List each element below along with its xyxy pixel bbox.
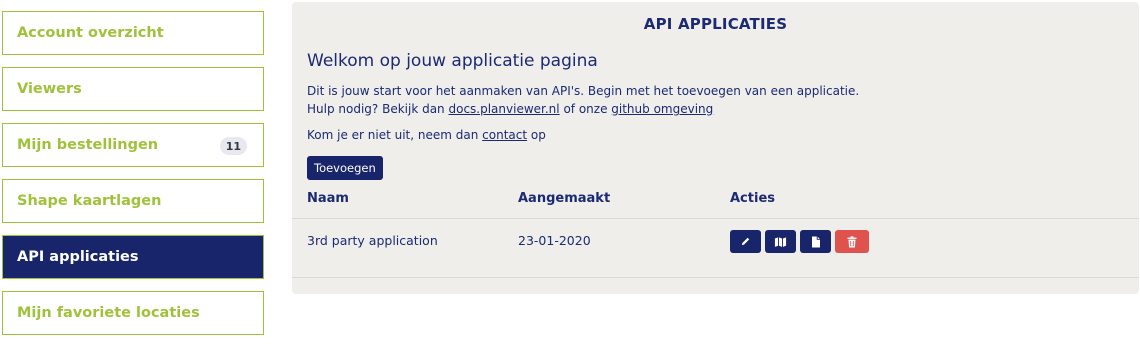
- contact-prefix: Kom je er niet uit, neem dan: [307, 128, 483, 142]
- sidebar-item-label: Viewers: [17, 81, 82, 97]
- intro-text: Dit is jouw start voor het aanmaken van …: [307, 82, 859, 118]
- document-icon: [811, 236, 820, 247]
- application-name-cell: 3rd party application: [307, 233, 438, 248]
- edit-button[interactable]: [730, 230, 761, 253]
- application-created-cell: 23-01-2020: [518, 233, 591, 248]
- add-application-button[interactable]: Toevoegen: [307, 156, 383, 180]
- row-actions: [730, 230, 869, 253]
- sidebar-item-label: Mijn favoriete locaties: [17, 305, 200, 321]
- docs-link[interactable]: docs.planviewer.nl: [448, 102, 559, 116]
- sidebar: Account overzicht Viewers Mijn bestellin…: [2, 11, 264, 347]
- sidebar-item-account-overzicht[interactable]: Account overzicht: [2, 11, 264, 55]
- sidebar-item-viewers[interactable]: Viewers: [2, 67, 264, 111]
- intro-line-1: Dit is jouw start voor het aanmaken van …: [307, 84, 860, 98]
- table-row-divider: [292, 277, 1139, 278]
- contact-suffix: op: [527, 128, 546, 142]
- sidebar-item-shape-kaartlagen[interactable]: Shape kaartlagen: [2, 179, 264, 223]
- count-badge: 11: [219, 137, 247, 155]
- sidebar-item-mijn-favoriete-locaties[interactable]: Mijn favoriete locaties: [2, 291, 264, 335]
- map-button[interactable]: [765, 230, 796, 253]
- intro-line-2: Hulp nodig? Bekijk dan docs.planviewer.n…: [307, 100, 859, 118]
- page-title: API APPLICATIES: [643, 15, 788, 33]
- column-header-actions: Acties: [730, 191, 775, 206]
- api-applications-panel: API APPLICATIES Welkom op jouw applicati…: [292, 2, 1139, 294]
- sidebar-item-api-applicaties[interactable]: API applicaties: [2, 235, 264, 279]
- table-header-divider: [292, 218, 1139, 219]
- sidebar-item-label: Shape kaartlagen: [17, 193, 162, 209]
- trash-icon: [847, 235, 857, 247]
- welcome-heading: Welkom op jouw applicatie pagina: [307, 51, 598, 71]
- document-button[interactable]: [800, 230, 831, 253]
- sidebar-item-label: Mijn bestellingen: [17, 137, 159, 153]
- sidebar-item-label: API applicaties: [17, 249, 139, 265]
- pencil-icon: [741, 237, 750, 246]
- intro-help-middle: of onze: [559, 102, 612, 116]
- intro-help-prefix: Hulp nodig? Bekijk dan: [307, 102, 449, 116]
- delete-button[interactable]: [835, 230, 869, 253]
- contact-link[interactable]: contact: [482, 128, 527, 142]
- contact-text: Kom je er niet uit, neem dan contact op: [307, 128, 546, 142]
- github-link[interactable]: github omgeving: [611, 102, 713, 116]
- sidebar-item-label: Account overzicht: [17, 25, 164, 41]
- column-header-created: Aangemaakt: [518, 191, 611, 206]
- column-header-name: Naam: [307, 191, 349, 206]
- map-icon: [774, 236, 787, 247]
- sidebar-item-mijn-bestellingen[interactable]: Mijn bestellingen 11: [2, 123, 264, 167]
